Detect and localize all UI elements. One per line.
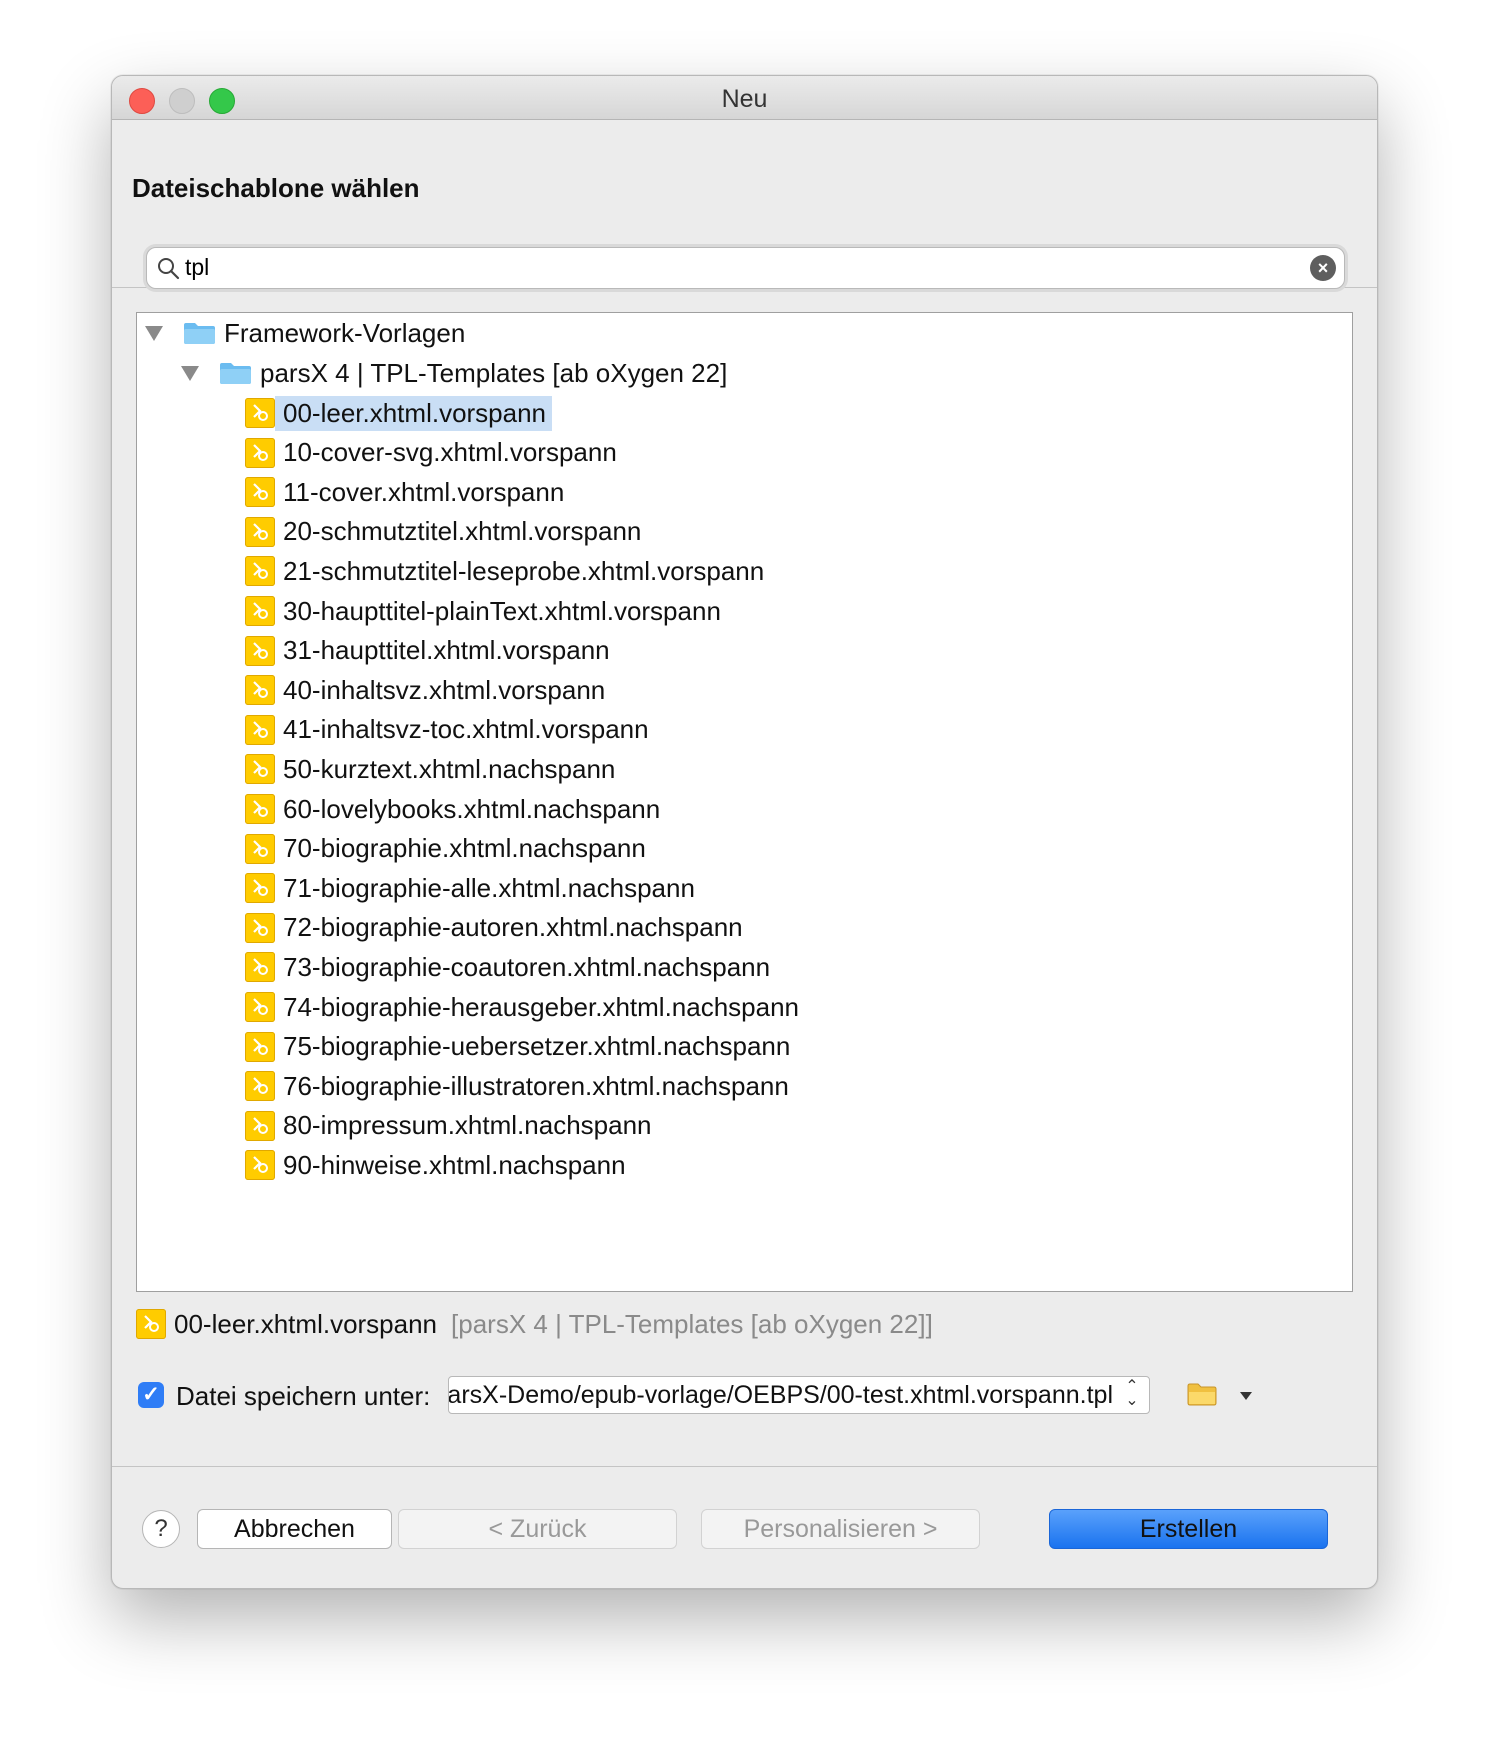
browse-folder-icon[interactable] xyxy=(1187,1382,1217,1406)
template-file-row[interactable]: 20-schmutztitel.xhtml.vorspann xyxy=(245,512,647,552)
template-file-icon xyxy=(245,833,275,864)
template-file-icon xyxy=(245,635,275,666)
template-tree[interactable]: Framework-Vorlagen parsX 4 | TPL-Templat… xyxy=(136,312,1353,1292)
template-file-label: 73-biographie-coautoren.xhtml.nachspann xyxy=(283,951,771,982)
template-file-label: 70-biographie.xhtml.nachspann xyxy=(283,833,646,864)
template-file-icon xyxy=(245,596,275,626)
template-file-label: 74-biographie-herausgeber.xhtml.nachspan… xyxy=(283,991,800,1022)
template-file-icon xyxy=(245,714,275,745)
template-file-label: 90-hinweise.xhtml.nachspann xyxy=(283,1149,626,1180)
template-file-row[interactable]: 72-biographie-autoren.xhtml.nachspann xyxy=(245,908,749,948)
template-file-row[interactable]: 30-haupttitel-plainText.xhtml.vorspann xyxy=(245,591,727,631)
tree-node-label: parsX 4 | TPL-Templates [ab oXygen 22] xyxy=(260,357,728,388)
template-file-label: 76-biographie-illustratoren.xhtml.nachsp… xyxy=(283,1070,789,1101)
template-file-row[interactable]: 60-lovelybooks.xhtml.nachspann xyxy=(245,789,666,829)
save-path-value: j.parsX-Demo/epub-vorlage/OEBPS/00-test.… xyxy=(448,1381,1113,1409)
disclosure-expanded-icon[interactable] xyxy=(145,325,163,341)
save-path-field[interactable]: j.parsX-Demo/epub-vorlage/OEBPS/00-test.… xyxy=(448,1376,1150,1414)
template-file-icon xyxy=(245,1110,275,1141)
template-file-label: 60-lovelybooks.xhtml.nachspann xyxy=(283,793,661,824)
template-file-row[interactable]: 11-cover.xhtml.vorspann xyxy=(245,472,570,512)
template-file-row[interactable]: 74-biographie-herausgeber.xhtml.nachspan… xyxy=(245,987,805,1027)
template-file-row[interactable]: 10-cover-svg.xhtml.vorspann xyxy=(245,433,623,473)
template-file-label: 31-haupttitel.xhtml.vorspann xyxy=(283,635,610,666)
template-file-row[interactable]: 75-biographie-uebersetzer.xhtml.nachspan… xyxy=(245,1027,796,1067)
template-file-icon xyxy=(245,1071,275,1102)
window-title: Neu xyxy=(721,85,768,113)
selected-template-path: [parsX 4 | TPL-Templates [ab oXygen 22]] xyxy=(451,1308,933,1339)
template-file-label: 11-cover.xhtml.vorspann xyxy=(283,476,565,507)
help-button[interactable]: ? xyxy=(142,1510,180,1548)
template-file-icon xyxy=(245,992,275,1022)
cancel-button[interactable]: Abbrechen xyxy=(197,1509,392,1549)
template-file-row[interactable]: 41-inhaltsvz-toc.xhtml.vorspann xyxy=(245,710,655,750)
selected-template-name: 00-leer.xhtml.vorspann xyxy=(174,1308,438,1339)
template-file-row[interactable]: 31-haupttitel.xhtml.vorspann xyxy=(245,631,616,671)
search-field[interactable]: × xyxy=(146,247,1345,289)
search-icon xyxy=(158,258,180,280)
template-file-row[interactable]: 00-leer.xhtml.vorspann xyxy=(245,393,553,433)
template-file-icon xyxy=(245,437,275,468)
template-file-label: 30-haupttitel-plainText.xhtml.vorspann xyxy=(283,595,721,626)
tree-node-framework-vorlagen[interactable]: Framework-Vorlagen xyxy=(145,313,465,353)
clear-search-icon[interactable]: × xyxy=(1310,255,1336,281)
save-as-checkbox[interactable]: ✓ xyxy=(138,1382,164,1408)
page-title: Dateischablone wählen xyxy=(132,173,420,203)
disclosure-expanded-icon[interactable] xyxy=(181,365,199,381)
title-bar[interactable]: Neu xyxy=(112,76,1377,120)
template-file-label: 71-biographie-alle.xhtml.nachspann xyxy=(283,872,695,903)
template-file-icon xyxy=(245,398,275,428)
path-history-stepper-icon[interactable]: ⌃ ⌄ xyxy=(1119,1379,1145,1410)
dialog-footer: ? Abbrechen < Zurück Personalisieren > E… xyxy=(112,1466,1377,1588)
template-file-label: 80-impressum.xhtml.nachspann xyxy=(283,1110,652,1141)
template-file-icon xyxy=(245,952,275,983)
template-file-label: 72-biographie-autoren.xhtml.nachspann xyxy=(283,912,743,943)
search-input[interactable] xyxy=(185,252,1285,282)
template-file-row[interactable]: 73-biographie-coautoren.xhtml.nachspann xyxy=(245,947,776,987)
back-button[interactable]: < Zurück xyxy=(398,1509,677,1549)
template-file-row[interactable]: 80-impressum.xhtml.nachspann xyxy=(245,1106,658,1146)
template-file-label: 10-cover-svg.xhtml.vorspann xyxy=(283,437,617,468)
template-file-icon xyxy=(245,675,275,706)
template-file-label: 40-inhaltsvz.xhtml.vorspann xyxy=(283,674,606,705)
template-file-label: 41-inhaltsvz-toc.xhtml.vorspann xyxy=(283,714,649,745)
template-file-label: 20-schmutztitel.xhtml.vorspann xyxy=(283,516,642,547)
template-file-label: 75-biographie-uebersetzer.xhtml.nachspan… xyxy=(283,1031,791,1062)
template-file-label: 21-schmutztitel-leseprobe.xhtml.vorspann xyxy=(283,555,765,586)
template-file-icon xyxy=(245,556,275,587)
template-file-icon xyxy=(245,794,275,824)
folder-icon xyxy=(184,323,215,344)
template-file-icon xyxy=(136,1309,166,1339)
save-as-label: Datei speichern unter: xyxy=(176,1381,431,1411)
template-file-icon xyxy=(245,873,275,904)
template-file-row[interactable]: 70-biographie.xhtml.nachspann xyxy=(245,829,652,869)
template-file-row[interactable]: 71-biographie-alle.xhtml.nachspann xyxy=(245,868,701,908)
save-location-row: ✓ Datei speichern unter: j.parsX-Demo/ep… xyxy=(138,1376,1358,1416)
selected-template-summary: 00-leer.xhtml.vorspann [parsX 4 | TPL-Te… xyxy=(136,1304,933,1344)
template-file-row[interactable]: 90-hinweise.xhtml.nachspann xyxy=(245,1145,632,1185)
new-file-dialog: Neu Dateischablone wählen × Framework-Vo… xyxy=(111,75,1378,1589)
template-file-icon xyxy=(245,516,275,547)
template-file-row[interactable]: 40-inhaltsvz.xhtml.vorspann xyxy=(245,670,611,710)
template-file-row[interactable]: 50-kurztext.xhtml.nachspann xyxy=(245,749,621,789)
template-file-icon xyxy=(245,754,275,785)
browse-options-dropdown-icon[interactable] xyxy=(1240,1392,1252,1400)
template-file-icon xyxy=(245,1031,275,1062)
template-file-icon xyxy=(245,477,275,508)
template-file-icon xyxy=(245,1150,275,1181)
customize-button[interactable]: Personalisieren > xyxy=(701,1509,980,1549)
template-file-row[interactable]: 76-biographie-illustratoren.xhtml.nachsp… xyxy=(245,1066,795,1106)
create-button[interactable]: Erstellen xyxy=(1049,1509,1328,1549)
template-file-label: 50-kurztext.xhtml.nachspann xyxy=(283,753,616,784)
tree-node-parsx-templates[interactable]: parsX 4 | TPL-Templates [ab oXygen 22] xyxy=(181,353,727,393)
template-file-row[interactable]: 21-schmutztitel-leseprobe.xhtml.vorspann xyxy=(245,551,770,591)
template-file-label: 00-leer.xhtml.vorspann xyxy=(275,395,553,431)
folder-icon xyxy=(220,363,251,384)
tree-node-label: Framework-Vorlagen xyxy=(224,317,466,348)
template-file-icon xyxy=(245,912,275,943)
